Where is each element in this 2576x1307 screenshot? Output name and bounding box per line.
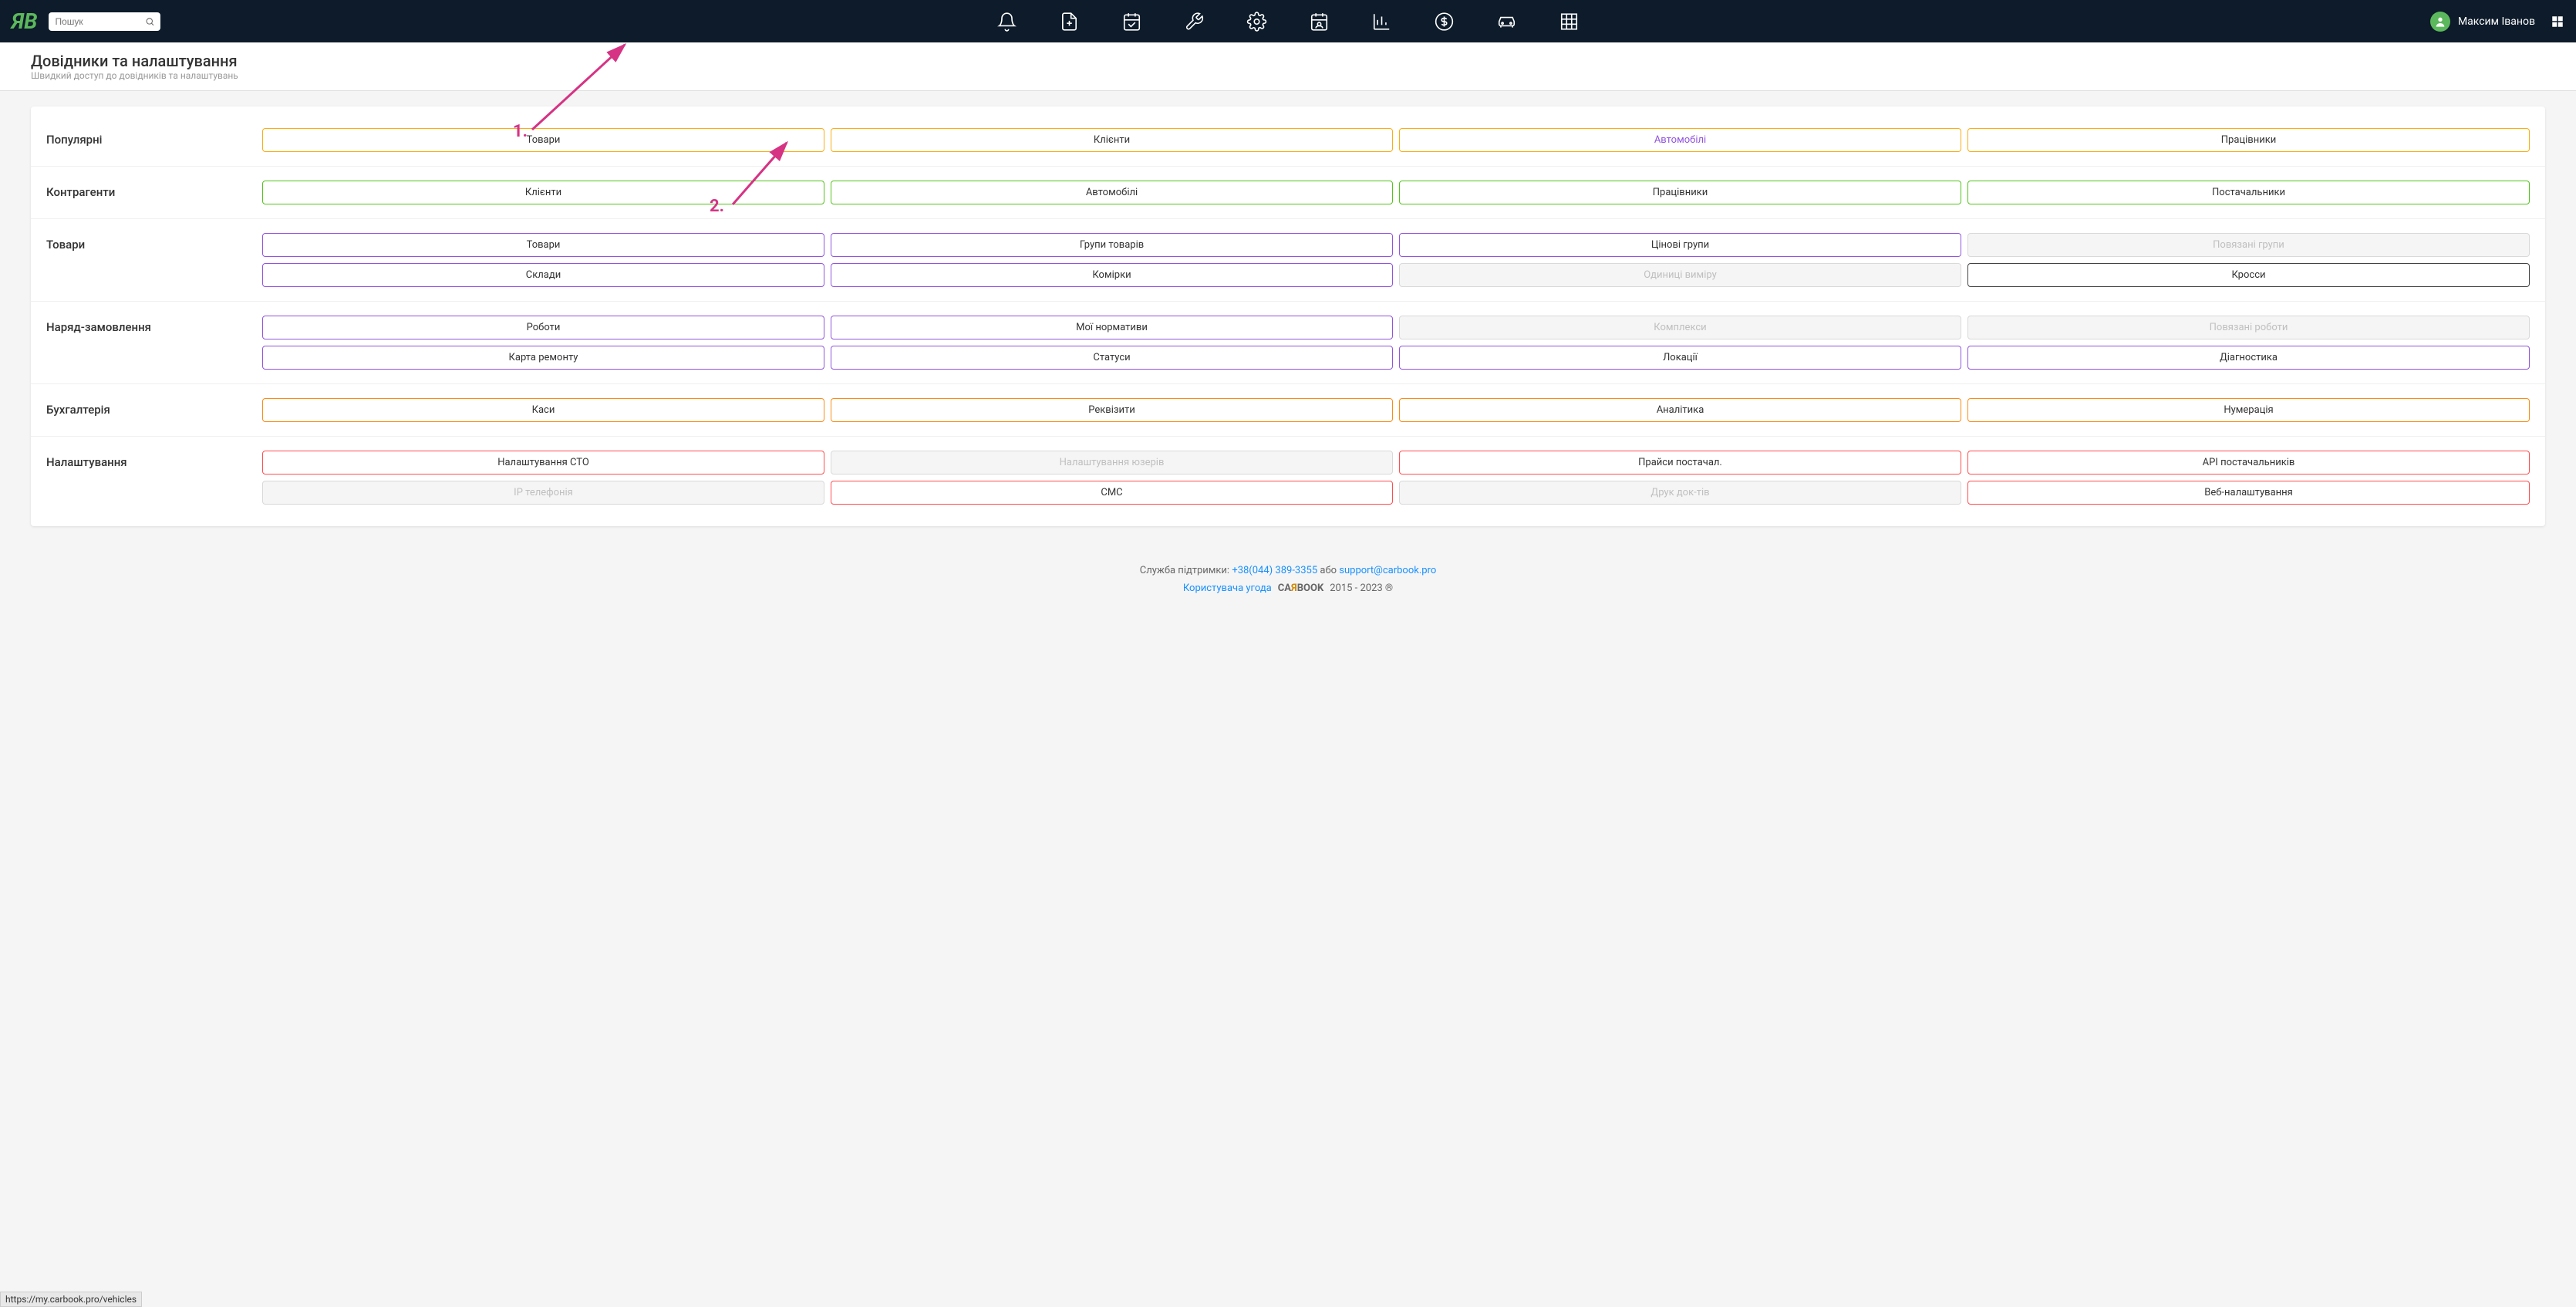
settings-api-button[interactable]: API постачальників [1967, 451, 2530, 475]
section-label: Контрагенти [46, 181, 262, 199]
search-input[interactable] [55, 16, 144, 27]
section-label: Товари [46, 233, 262, 252]
settings-supplier-prices-button[interactable]: Прайси постачал. [1399, 451, 1961, 475]
support-email-link[interactable]: support@carbook.pro [1339, 565, 1436, 576]
or-text: або [1320, 565, 1339, 576]
orders-complexes-button: Комплекси [1399, 316, 1961, 339]
goods-price-groups-button[interactable]: Цінові групи [1399, 233, 1961, 257]
agreement-link[interactable]: Користувача угода [1183, 583, 1272, 594]
bell-icon[interactable] [997, 12, 1017, 32]
contractors-workers-button[interactable]: Працівники [1399, 181, 1961, 204]
settings-users-button: Налаштування юзерів [831, 451, 1393, 475]
car-icon[interactable] [1497, 12, 1517, 32]
goods-cells-button[interactable]: Комірки [831, 263, 1393, 287]
accounting-cashboxes-button[interactable]: Каси [262, 398, 824, 422]
popular-goods-button[interactable]: Товари [262, 128, 824, 152]
settings-telephony-button: IP телефонія [262, 481, 824, 505]
nav-icons [997, 12, 1580, 32]
years-text: 2015 - 2023 ® [1330, 583, 1393, 594]
user-name: Максим Іванов [2458, 15, 2535, 28]
page-header: Довідники та налаштування Швидкий доступ… [0, 42, 2576, 91]
section-label: Наряд-замовлення [46, 316, 262, 334]
contractors-cars-button[interactable]: Автомобілі [831, 181, 1393, 204]
page-title: Довідники та налаштування [31, 52, 2545, 70]
user-section[interactable]: Максим Іванов [2430, 12, 2564, 32]
directories-card: Популярні Товари Клієнти Автомобілі Прац… [31, 106, 2545, 526]
orders-norms-button[interactable]: Мої нормативи [831, 316, 1393, 339]
goods-units-button: Одиниці виміру [1399, 263, 1961, 287]
settings-print-button: Друк док-тів [1399, 481, 1961, 505]
settings-web-button[interactable]: Веб-налаштування [1967, 481, 2530, 505]
settings-sto-button[interactable]: Налаштування СТО [262, 451, 824, 475]
annotation-label-2: 2. [710, 197, 724, 216]
section-goods: Товари Товари Групи товарів Цінові групи… [31, 219, 2545, 302]
gear-icon[interactable] [1247, 12, 1267, 32]
chart-icon[interactable] [1372, 12, 1392, 32]
contractors-clients-button[interactable]: Клієнти [262, 181, 824, 204]
section-popular: Популярні Товари Клієнти Автомобілі Прац… [31, 114, 2545, 167]
popular-cars-button[interactable]: Автомобілі [1399, 128, 1961, 152]
annotation-label-1: 1. [513, 122, 528, 141]
settings-sms-button[interactable]: СМС [831, 481, 1393, 505]
goods-groups-button[interactable]: Групи товарів [831, 233, 1393, 257]
wrench-icon[interactable] [1185, 12, 1205, 32]
popular-workers-button[interactable]: Працівники [1967, 128, 2530, 152]
contractors-suppliers-button[interactable]: Постачальники [1967, 181, 2530, 204]
calendar-check-icon[interactable] [1122, 12, 1142, 32]
support-phone-link[interactable]: +38(044) 389-3355 [1232, 565, 1317, 576]
section-contractors: Контрагенти Клієнти Автомобілі Працівник… [31, 167, 2545, 219]
logo[interactable]: ЯB [12, 8, 37, 34]
add-document-icon[interactable] [1060, 12, 1080, 32]
dollar-icon[interactable] [1435, 12, 1455, 32]
section-label: Бухгалтерія [46, 398, 262, 417]
apps-icon[interactable] [2551, 15, 2564, 29]
section-orders: Наряд-замовлення Роботи Мої нормативи Ко… [31, 302, 2545, 384]
section-label: Налаштування [46, 451, 262, 469]
page-subtitle: Швидкий доступ до довідників та налаштув… [31, 70, 2545, 81]
orders-diagnostics-button[interactable]: Діагностика [1967, 346, 2530, 370]
goods-crosses-button[interactable]: Кросси [1967, 263, 2530, 287]
orders-repair-map-button[interactable]: Карта ремонту [262, 346, 824, 370]
support-label: Служба підтримки: [1140, 565, 1232, 576]
section-accounting: Бухгалтерія Каси Реквізити Аналітика Нум… [31, 384, 2545, 437]
orders-statuses-button[interactable]: Статуси [831, 346, 1393, 370]
popular-clients-button[interactable]: Клієнти [831, 128, 1393, 152]
section-settings: Налаштування Налаштування СТО Налаштуван… [31, 437, 2545, 518]
footer: Служба підтримки: +38(044) 389-3355 або … [0, 542, 2576, 602]
grid-icon[interactable] [1559, 12, 1580, 32]
accounting-requisites-button[interactable]: Реквізити [831, 398, 1393, 422]
goods-warehouses-button[interactable]: Склади [262, 263, 824, 287]
accounting-numbering-button[interactable]: Нумерація [1967, 398, 2530, 422]
content: Популярні Товари Клієнти Автомобілі Прац… [0, 91, 2576, 542]
goods-related-groups-button: Повязані групи [1967, 233, 2530, 257]
section-label: Популярні [46, 128, 262, 147]
accounting-analytics-button[interactable]: Аналітика [1399, 398, 1961, 422]
calendar-user-icon[interactable] [1310, 12, 1330, 32]
search-icon [145, 16, 155, 27]
main-header: ЯB Максим Іванов [0, 0, 2576, 42]
orders-works-button[interactable]: Роботи [262, 316, 824, 339]
search-box[interactable] [49, 12, 160, 31]
goods-goods-button[interactable]: Товари [262, 233, 824, 257]
orders-locations-button[interactable]: Локації [1399, 346, 1961, 370]
footer-logo: CAЯBOOK [1278, 583, 1323, 594]
avatar [2430, 12, 2450, 32]
status-bar: https://my.carbook.pro/vehicles [0, 1292, 142, 1307]
orders-related-works-button: Повязані роботи [1967, 316, 2530, 339]
